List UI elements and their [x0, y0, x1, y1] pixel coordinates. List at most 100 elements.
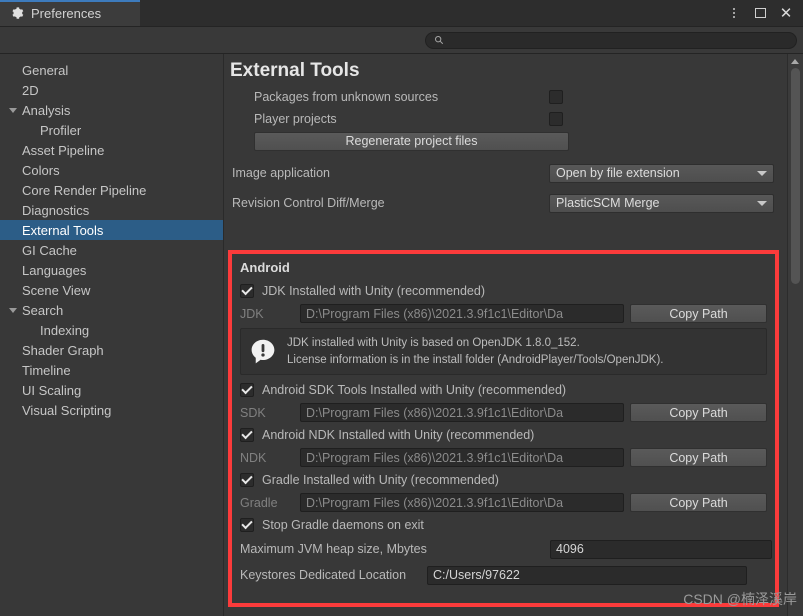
- sidebar-item-label: Scene View: [22, 282, 91, 298]
- sidebar-item-colors[interactable]: Colors: [0, 160, 223, 180]
- android-section: Android JDK Installed with Unity (recomm…: [232, 254, 775, 588]
- sidebar-item-visual-scripting[interactable]: Visual Scripting: [0, 400, 223, 420]
- gradle-path-field[interactable]: D:\Program Files (x86)\2021.3.9f1c1\Edit…: [300, 493, 624, 513]
- android-sdk-checkbox[interactable]: [240, 383, 254, 398]
- jdk-installed-checkbox[interactable]: [240, 284, 254, 298]
- jdk-info-line-2: License information is in the install fo…: [287, 353, 664, 366]
- packages-unknown-label: Packages from unknown sources: [254, 90, 439, 104]
- sdk-copy-path-button[interactable]: Copy Path: [630, 403, 767, 423]
- android-section-title: Android: [240, 260, 290, 275]
- row-player-projects: Player projects: [224, 108, 803, 130]
- sidebar-item-core-render-pipeline[interactable]: Core Render Pipeline: [0, 180, 223, 200]
- external-tools-pane: External Tools Packages from unknown sou…: [224, 54, 803, 616]
- sidebar-item-label: Shader Graph: [22, 342, 104, 358]
- sidebar-item-label: Analysis: [22, 102, 71, 118]
- sidebar-item-asset-pipeline[interactable]: Asset Pipeline: [0, 140, 223, 160]
- window-controls: ✕: [721, 0, 803, 26]
- image-application-label: Image application: [232, 166, 330, 180]
- row-revision-control: Revision Control Diff/Merge PlasticSCM M…: [224, 188, 803, 218]
- android-ndk-label: Android NDK Installed with Unity (recomm…: [262, 428, 535, 443]
- packages-unknown-checkbox[interactable]: [549, 90, 563, 104]
- kebab-menu-icon[interactable]: [721, 0, 747, 26]
- row-gradle-path: Gradle D:\Program Files (x86)\2021.3.9f1…: [240, 491, 767, 514]
- sidebar-item-timeline[interactable]: Timeline: [0, 360, 223, 380]
- sidebar-item-languages[interactable]: Languages: [0, 260, 223, 280]
- keystore-location-label: Keystores Dedicated Location: [240, 568, 407, 583]
- sidebar-item-label: Search: [22, 302, 64, 318]
- sidebar-item-gi-cache[interactable]: GI Cache: [0, 240, 223, 260]
- jdk-copy-path-button[interactable]: Copy Path: [630, 304, 767, 323]
- sidebar-item-profiler[interactable]: Profiler: [0, 120, 223, 140]
- sidebar-item-label: GI Cache: [22, 242, 77, 258]
- ndk-copy-path-button[interactable]: Copy Path: [630, 448, 767, 468]
- row-ndk-path: NDK D:\Program Files (x86)\2021.3.9f1c1\…: [240, 446, 767, 469]
- main-body: General 2D Analysis Profiler Asset Pipeline C…: [0, 54, 803, 616]
- chevron-down-icon[interactable]: [9, 107, 17, 113]
- sidebar-item-scene-view[interactable]: Scene View: [0, 280, 223, 300]
- search-input[interactable]: [449, 33, 783, 47]
- android-section-highlight: Android JDK Installed with Unity (recomm…: [228, 250, 779, 607]
- sidebar-item-indexing[interactable]: Indexing: [0, 320, 223, 340]
- revision-control-dropdown[interactable]: PlasticSCM Merge: [549, 193, 774, 213]
- sidebar-item-analysis[interactable]: Analysis: [0, 100, 223, 120]
- revision-control-label: Revision Control Diff/Merge: [232, 196, 385, 210]
- search-box[interactable]: [425, 31, 797, 49]
- jdk-info-text: JDK installed with Unity is based on Ope…: [287, 335, 664, 368]
- gear-icon: [12, 7, 24, 19]
- ndk-path-field[interactable]: D:\Program Files (x86)\2021.3.9f1c1\Edit…: [300, 448, 624, 468]
- scroll-up-arrow-icon[interactable]: [791, 59, 799, 64]
- sidebar-item-search[interactable]: Search: [0, 300, 223, 320]
- row-stop-daemons: Stop Gradle daemons on exit: [240, 514, 767, 536]
- sidebar-item-label: Core Render Pipeline: [22, 182, 147, 198]
- row-gradle-checkbox: Gradle Installed with Unity (recommended…: [240, 469, 767, 491]
- search-icon: [434, 35, 444, 45]
- jdk-installed-label: JDK Installed with Unity (recommended): [262, 284, 485, 298]
- player-projects-checkbox[interactable]: [549, 112, 563, 126]
- gradle-installed-checkbox[interactable]: [240, 473, 254, 488]
- jvm-heap-label: Maximum JVM heap size, Mbytes: [240, 542, 427, 557]
- sidebar-item-label: General: [22, 62, 69, 78]
- maximize-icon[interactable]: [747, 0, 773, 26]
- row-packages-unknown: Packages from unknown sources: [224, 86, 803, 108]
- player-projects-label: Player projects: [254, 112, 337, 126]
- android-sdk-label: Android SDK Tools Installed with Unity (…: [262, 383, 567, 398]
- scrollbar-thumb[interactable]: [791, 68, 800, 284]
- sidebar-item-label: 2D: [22, 82, 39, 98]
- chevron-down-icon: [757, 170, 767, 176]
- row-sdk-path: SDK D:\Program Files (x86)\2021.3.9f1c1\…: [240, 401, 767, 424]
- sidebar-item-label: Asset Pipeline: [22, 142, 105, 158]
- sidebar-item-diagnostics[interactable]: Diagnostics: [0, 200, 223, 220]
- regenerate-project-files-button[interactable]: Regenerate project files: [254, 131, 569, 151]
- image-application-value: Open by file extension: [556, 166, 680, 180]
- sidebar-item-2d[interactable]: 2D: [0, 80, 223, 100]
- gradle-copy-path-button[interactable]: Copy Path: [630, 493, 767, 513]
- jvm-heap-input[interactable]: 4096: [550, 539, 772, 559]
- close-icon[interactable]: ✕: [773, 0, 799, 26]
- jdk-path-key: JDK: [240, 306, 264, 321]
- sidebar-item-label: Diagnostics: [22, 202, 90, 218]
- sidebar-item-shader-graph[interactable]: Shader Graph: [0, 340, 223, 360]
- sidebar-item-external-tools[interactable]: External Tools: [0, 220, 223, 240]
- settings-sidebar: General 2D Analysis Profiler Asset Pipeline C…: [0, 54, 224, 616]
- android-ndk-checkbox[interactable]: [240, 428, 254, 443]
- content-vertical-scrollbar[interactable]: [787, 54, 803, 616]
- row-regenerate: Regenerate project files: [224, 130, 803, 152]
- ndk-path-key: NDK: [240, 450, 267, 465]
- tab-preferences[interactable]: Preferences: [0, 0, 140, 26]
- title-bar-spacer: [140, 0, 721, 26]
- sdk-path-field[interactable]: D:\Program Files (x86)\2021.3.9f1c1\Edit…: [300, 403, 624, 423]
- stop-gradle-daemons-checkbox[interactable]: [240, 518, 254, 533]
- sidebar-item-ui-scaling[interactable]: UI Scaling: [0, 380, 223, 400]
- sidebar-item-general[interactable]: General: [0, 60, 223, 80]
- chevron-down-icon[interactable]: [9, 307, 17, 313]
- sidebar-item-label: UI Scaling: [22, 382, 82, 398]
- image-application-dropdown[interactable]: Open by file extension: [549, 163, 774, 183]
- sidebar-item-label: Profiler: [40, 122, 82, 138]
- sidebar-item-label: Visual Scripting: [22, 402, 112, 418]
- tab-label: Preferences: [31, 5, 102, 21]
- page-title: External Tools: [230, 60, 360, 81]
- jdk-info-box: JDK installed with Unity is based on Ope…: [240, 328, 767, 376]
- row-image-application: Image application Open by file extension: [224, 158, 803, 188]
- keystore-location-input[interactable]: C:/Users/97622: [427, 565, 747, 585]
- jdk-path-field[interactable]: D:\Program Files (x86)\2021.3.9f1c1\Edit…: [300, 304, 624, 323]
